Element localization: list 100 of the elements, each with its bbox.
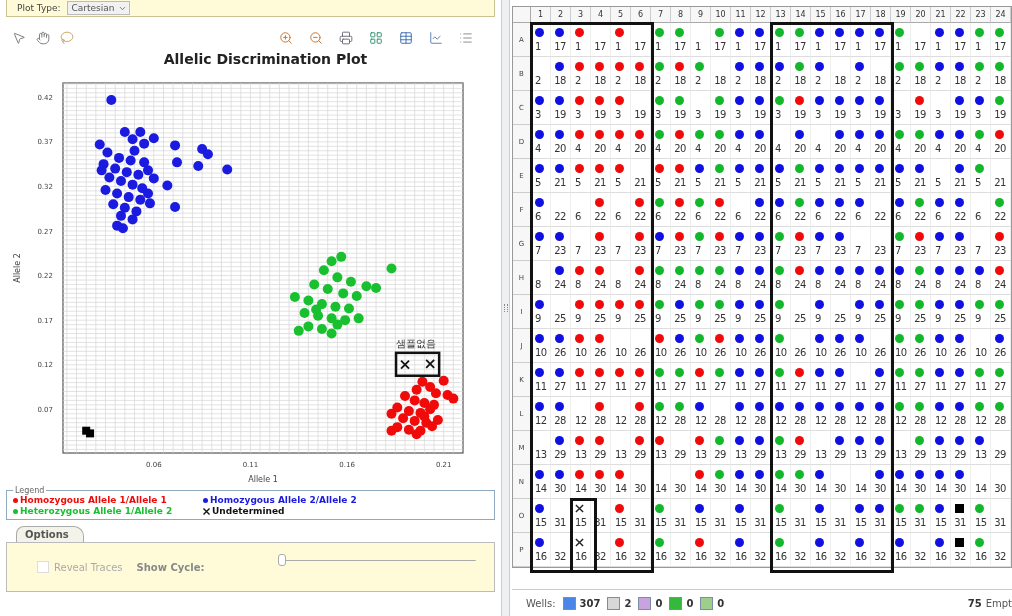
well-label: 13 <box>775 449 787 461</box>
plot-type-dropdown[interactable]: Cartesian <box>66 1 130 15</box>
well-label: 22 <box>714 211 726 223</box>
well-label: 26 <box>834 347 846 359</box>
hand-icon[interactable] <box>36 31 50 45</box>
well-label: 23 <box>714 245 726 257</box>
well-label: 3 <box>615 109 621 121</box>
well-label: 2 <box>775 75 781 87</box>
well-label: 20 <box>954 143 966 155</box>
options-tab[interactable]: Options <box>16 526 84 542</box>
well-label: 32 <box>994 551 1006 563</box>
well-label: 5 <box>855 177 861 189</box>
well-label: 30 <box>994 483 1006 495</box>
well-label: 9 <box>895 313 901 325</box>
well-count: 2 <box>624 597 632 609</box>
well-label: 14 <box>535 483 547 495</box>
data-point <box>139 138 150 149</box>
well-label: 22 <box>594 211 606 223</box>
lasso-icon[interactable] <box>60 31 74 45</box>
well-label: 14 <box>895 483 907 495</box>
well-label: 28 <box>674 415 686 427</box>
well-label: 26 <box>754 347 766 359</box>
well-label: 9 <box>575 313 581 325</box>
well-label: 28 <box>794 415 806 427</box>
data-point <box>293 325 304 336</box>
well-label: 30 <box>554 483 566 495</box>
data-point <box>336 251 347 262</box>
well-label: 25 <box>754 313 766 325</box>
well-label: 5 <box>775 177 781 189</box>
well-type-icon <box>669 596 683 610</box>
well-label: 4 <box>655 143 661 155</box>
well-label: 24 <box>714 279 726 291</box>
well-label: 28 <box>834 415 846 427</box>
well-label: 20 <box>714 143 726 155</box>
zoom-out-icon[interactable] <box>309 31 324 45</box>
well-label: 15 <box>975 517 987 529</box>
well-label: 31 <box>554 517 566 529</box>
well-label: 4 <box>975 143 981 155</box>
legend-label: Undetermined <box>212 506 285 516</box>
table-icon[interactable] <box>399 31 414 45</box>
well-label: 10 <box>615 347 627 359</box>
data-point <box>96 165 107 176</box>
well-label: 18 <box>554 75 566 87</box>
well-label: 2 <box>535 75 541 87</box>
column-header: 12 <box>751 7 771 23</box>
well-label: 16 <box>815 551 827 563</box>
well-label: 2 <box>655 75 661 87</box>
data-point <box>400 359 410 370</box>
well-label: 6 <box>535 211 541 223</box>
pointer-icon[interactable] <box>12 31 26 45</box>
data-point <box>309 279 320 290</box>
data-point <box>114 152 125 163</box>
well-label: 2 <box>815 75 821 87</box>
well-label: 27 <box>794 381 806 393</box>
well-label: 10 <box>735 347 747 359</box>
zoom-in-icon[interactable] <box>279 31 294 45</box>
data-point <box>409 395 420 406</box>
well-label: 23 <box>874 245 886 257</box>
data-point <box>386 408 397 419</box>
well-label: 23 <box>994 245 1006 257</box>
data-point <box>330 301 341 312</box>
slider-thumb[interactable] <box>278 554 287 566</box>
splitter-grip[interactable] <box>503 304 508 312</box>
data-point <box>430 388 441 399</box>
well-label: 7 <box>615 245 621 257</box>
data-point <box>419 398 430 409</box>
data-point <box>172 157 182 168</box>
well-label: 6 <box>815 211 821 223</box>
list-icon[interactable] <box>459 31 474 45</box>
data-point <box>193 160 204 171</box>
well-label: 11 <box>815 381 827 393</box>
well-label: 19 <box>714 109 726 121</box>
data-point <box>170 140 181 151</box>
well-label: 8 <box>775 279 781 291</box>
well-label: 26 <box>954 347 966 359</box>
printer-icon[interactable] <box>339 31 354 45</box>
grid-icon[interactable] <box>369 31 384 45</box>
well-label: 22 <box>554 211 566 223</box>
well-label: 16 <box>575 551 587 563</box>
column-header: 10 <box>711 7 731 23</box>
column-header: 17 <box>851 7 871 23</box>
well-label: 5 <box>535 177 541 189</box>
data-point <box>117 223 128 234</box>
data-point <box>104 172 115 183</box>
data-point <box>148 133 159 144</box>
well-label: 18 <box>874 75 886 87</box>
line-chart-icon[interactable] <box>429 31 444 45</box>
well-label: 31 <box>954 517 966 529</box>
well-label: 7 <box>935 245 941 257</box>
well-label: 32 <box>834 551 846 563</box>
data-point <box>400 390 411 401</box>
well-label: 8 <box>575 279 581 291</box>
well-label: 5 <box>895 177 901 189</box>
well-label: 1 <box>855 41 861 53</box>
well-label: 12 <box>695 415 707 427</box>
well-label: 3 <box>935 109 941 121</box>
well-label: 31 <box>994 517 1006 529</box>
well-label: 24 <box>794 279 806 291</box>
well-label: 18 <box>794 75 806 87</box>
well-label: 30 <box>954 483 966 495</box>
